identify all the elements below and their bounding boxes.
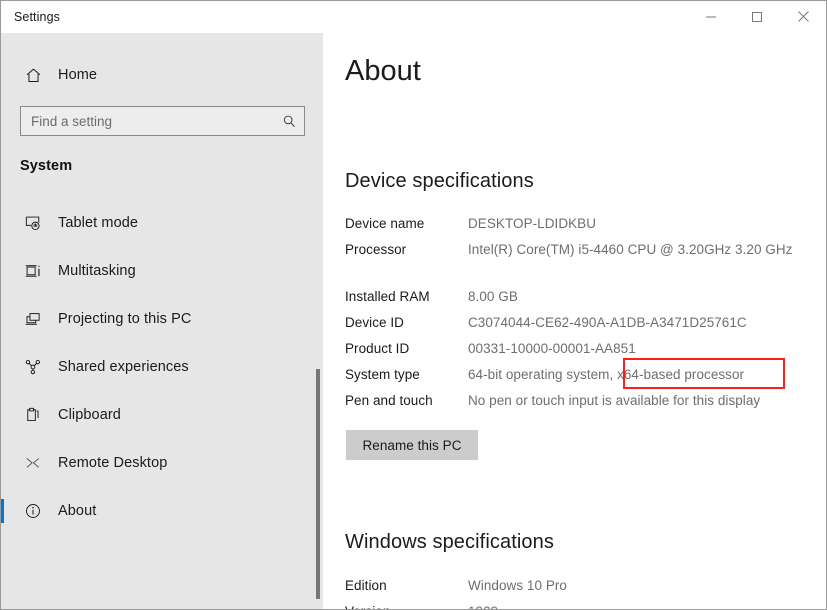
sidebar-item-label: About (58, 503, 97, 519)
sidebar-item-clipboard[interactable]: Clipboard (1, 391, 323, 439)
multitasking-icon (13, 262, 53, 280)
search-icon[interactable] (274, 114, 304, 129)
sidebar-item-shared-experiences[interactable]: Shared experiences (1, 343, 323, 391)
spec-row-pen-and-touch: Pen and touch No pen or touch input is a… (345, 392, 815, 410)
info-icon (13, 502, 53, 520)
sidebar-item-label: Tablet mode (58, 215, 139, 231)
sidebar-item-label: Multitasking (58, 263, 136, 279)
spec-row-installed-ram: Installed RAM 8.00 GB (345, 288, 815, 306)
search-box[interactable] (20, 106, 305, 136)
spec-label: Processor (345, 242, 407, 257)
spec-label: Version (345, 603, 468, 609)
spec-row-device-id: Device ID C3074044-CE62-490A-A1DB-A3471D… (345, 314, 815, 332)
sidebar-item-tablet-mode[interactable]: Tablet mode (1, 199, 323, 247)
sidebar-item-label: Remote Desktop (58, 455, 168, 471)
remote-desktop-icon (13, 454, 53, 472)
sidebar-nav-list: Tablet mode Multitasking Projecting to t… (1, 199, 323, 535)
spec-value: No pen or touch input is available for t… (468, 393, 761, 408)
sidebar-item-label: Projecting to this PC (58, 311, 192, 327)
sidebar-item-label: Clipboard (58, 407, 121, 423)
search-input[interactable] (21, 108, 274, 134)
tablet-mode-icon (13, 214, 53, 232)
minimize-button[interactable] (688, 1, 734, 32)
sidebar-item-about[interactable]: About (1, 487, 323, 535)
spec-value: 8.00 GB (468, 289, 518, 304)
sidebar-item-remote-desktop[interactable]: Remote Desktop (1, 439, 323, 487)
spec-value: Intel(R) Core(TM) i5-4460 CPU @ 3.20GHz … (468, 242, 793, 257)
sidebar-item-label: Shared experiences (58, 359, 189, 375)
spec-value: 1909 (468, 603, 498, 609)
content-pane: About Device specifications Device name … (323, 1, 826, 609)
sidebar-item-projecting-to-this-pc[interactable]: Projecting to this PC (1, 295, 323, 343)
sidebar-item-multitasking[interactable]: Multitasking (1, 247, 323, 295)
spec-row-device-name: Device name DESKTOP-LDIDKBU (345, 215, 815, 233)
maximize-button[interactable] (734, 1, 780, 32)
page-title: About (345, 55, 421, 87)
spec-row-system-type: System type 64-bit operating system, x64… (345, 366, 815, 384)
section-heading-device-specifications: Device specifications (345, 170, 534, 192)
spec-row-version: Version 1909 (345, 603, 815, 609)
spec-label: Device name (345, 216, 425, 231)
spec-row-product-id: Product ID 00331-10000-00001-AA851 (345, 340, 815, 358)
spec-label: Pen and touch (345, 393, 433, 408)
section-heading-windows-specifications: Windows specifications (345, 531, 554, 553)
rename-this-pc-button[interactable]: Rename this PC (346, 430, 478, 460)
spec-value: DESKTOP-LDIDKBU (468, 216, 597, 231)
spec-row-edition: Edition Windows 10 Pro (345, 577, 815, 595)
spec-value: Windows 10 Pro (468, 578, 567, 593)
spec-value: 00331-10000-00001-AA851 (468, 341, 636, 356)
close-button[interactable] (780, 1, 826, 32)
spec-label: Edition (345, 578, 387, 593)
spec-row-processor: Processor Intel(R) Core(TM) i5-4460 CPU … (345, 241, 815, 259)
spec-label: Installed RAM (345, 289, 430, 304)
spec-label: System type (345, 367, 420, 382)
sidebar-item-home[interactable]: Home (1, 59, 323, 91)
home-icon (13, 67, 53, 84)
sidebar: Home System Table (1, 1, 323, 609)
title-bar: Settings (1, 1, 826, 33)
sidebar-group-title: System (20, 158, 73, 174)
projecting-icon (13, 310, 53, 328)
spec-label: Device ID (345, 315, 404, 330)
sidebar-item-home-label: Home (58, 67, 98, 83)
window-title: Settings (14, 10, 60, 24)
spec-value: C3074044-CE62-490A-A1DB-A3471D25761C (468, 315, 747, 330)
clipboard-icon (13, 406, 53, 424)
spec-value: 64-bit operating system, x64-based proce… (468, 367, 745, 382)
sidebar-scrollbar-thumb[interactable] (316, 369, 320, 599)
shared-experiences-icon (13, 358, 53, 376)
settings-window: Home System Table (0, 0, 827, 610)
spec-label: Product ID (345, 341, 410, 356)
